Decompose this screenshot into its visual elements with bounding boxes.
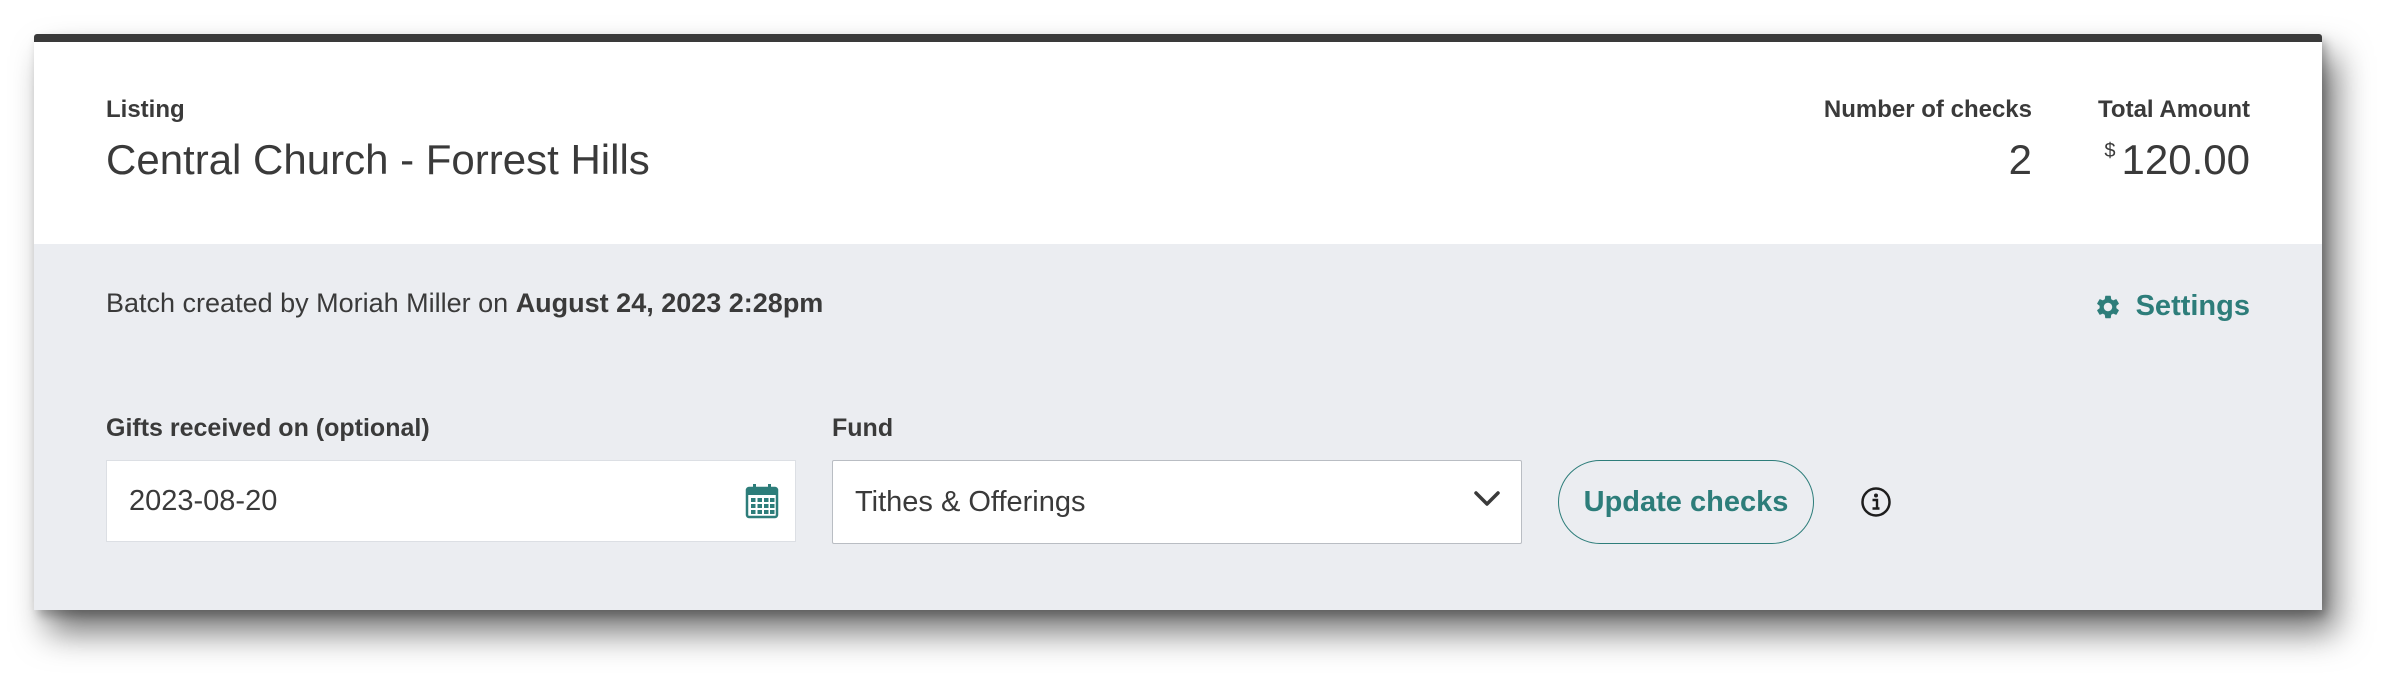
batch-created-info: Batch created by Moriah Miller on August… xyxy=(106,288,823,319)
checks-count-label: Number of checks xyxy=(1823,96,2032,123)
fund-select[interactable]: Tithes & Offerings xyxy=(832,460,1522,544)
fund-selected-value: Tithes & Offerings xyxy=(855,485,1086,518)
listing-name: Central Church - Forrest Hills xyxy=(106,136,650,183)
batch-created-prefix: Batch created by Moriah Miller on xyxy=(106,288,516,318)
gifts-date-value: 2023-08-20 xyxy=(129,484,278,517)
gifts-date-label: Gifts received on (optional) xyxy=(106,414,430,442)
settings-link[interactable]: Settings xyxy=(2094,290,2250,323)
currency-symbol: $ xyxy=(2104,140,2116,162)
settings-label: Settings xyxy=(2135,290,2250,322)
checks-count-value: 2 xyxy=(2008,136,2032,183)
info-icon[interactable] xyxy=(1860,486,1892,518)
calendar-icon[interactable] xyxy=(745,483,779,519)
gifts-date-input[interactable]: 2023-08-20 xyxy=(106,460,796,542)
batch-details-panel: Batch created by Moriah Miller on August… xyxy=(34,244,2322,610)
batch-card: Listing Central Church - Forrest Hills N… xyxy=(34,34,2322,610)
total-amount-value: $120.00 xyxy=(2104,136,2250,184)
gear-icon xyxy=(2096,295,2119,318)
total-amount-label: Total Amount xyxy=(2098,96,2250,123)
fund-label: Fund xyxy=(832,414,894,442)
batch-created-datetime: August 24, 2023 2:28pm xyxy=(515,288,824,318)
chevron-down-icon xyxy=(1474,491,1500,506)
update-checks-button[interactable]: Update checks xyxy=(1558,460,1814,544)
total-amount-number: 120.00 xyxy=(2121,136,2250,183)
listing-label: Listing xyxy=(106,96,185,123)
batch-header: Listing Central Church - Forrest Hills N… xyxy=(34,42,2322,244)
